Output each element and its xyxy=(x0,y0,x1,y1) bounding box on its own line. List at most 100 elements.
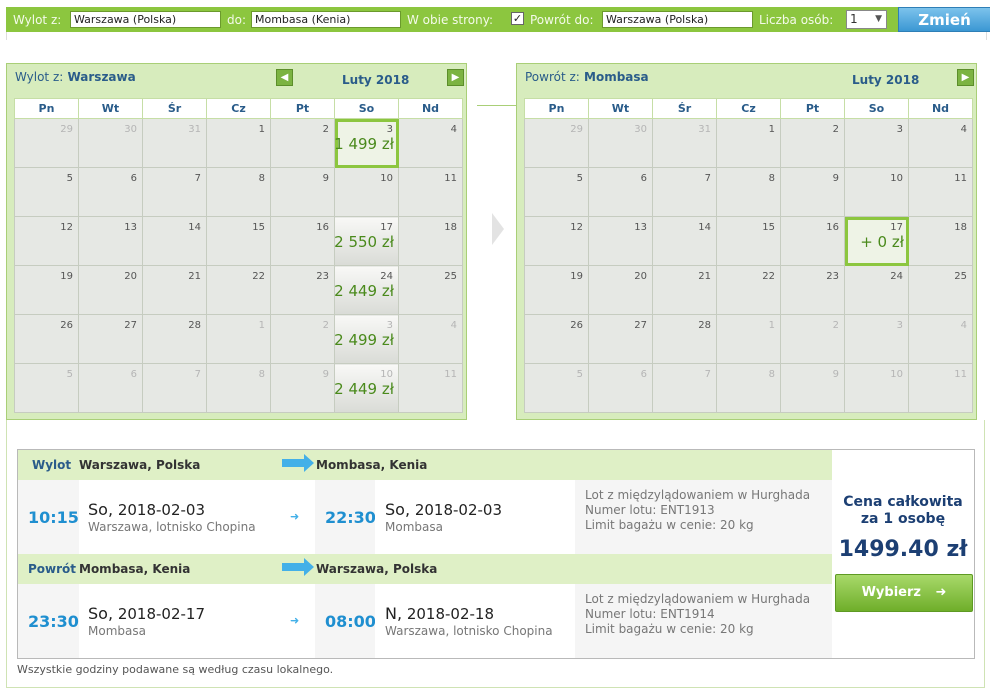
calendar-day: 8 xyxy=(206,363,271,413)
calendar-day: 5 xyxy=(14,167,79,217)
day-number: 3 xyxy=(386,124,393,135)
calendar-day-with-price[interactable]: 24 2 449 zł xyxy=(334,265,399,315)
calendar-day: 23 xyxy=(780,265,845,315)
day-number: 29 xyxy=(570,124,583,135)
day-number: 31 xyxy=(188,124,201,135)
calendar-day: 11 xyxy=(908,167,973,217)
calendar-week-row: 26 27 28 1 2 3 2 499 zł 4 xyxy=(14,314,463,364)
day-number: 25 xyxy=(954,271,967,282)
calendar-day: 20 xyxy=(588,265,653,315)
return-info: Lot z międzylądowaniem w Hurghada Numer … xyxy=(585,592,810,637)
calendar-day: 8 xyxy=(206,167,271,217)
day-number: 24 xyxy=(380,271,393,282)
from-input[interactable]: Warszawa (Polska) xyxy=(70,11,221,28)
roundtrip-checkbox[interactable]: ✓ xyxy=(511,12,524,25)
outbound-to: Mombasa, Kenia xyxy=(316,458,428,472)
day-number: 18 xyxy=(444,222,457,233)
calendar-day: 9 xyxy=(780,363,845,413)
calendar-day: 7 xyxy=(652,363,717,413)
return-from: Mombasa, Kenia xyxy=(79,562,191,576)
calendar-week-row: 5 6 7 8 9 10 11 xyxy=(524,167,973,217)
calendar-week-row: 19 20 21 22 23 24 2 449 zł 25 xyxy=(14,265,463,315)
calendar-day: 5 xyxy=(524,363,589,413)
weekday-label: Śr xyxy=(142,98,207,119)
calendar-week-row: 19 20 21 22 23 24 25 xyxy=(524,265,973,315)
calendar-day: 14 xyxy=(142,216,207,266)
day-number: 25 xyxy=(444,271,457,282)
return-month-label: Luty 2018 xyxy=(852,73,920,87)
outbound-arr-cell: So, 2018-02-03 Mombasa xyxy=(375,480,575,554)
return-baggage: Limit bagażu w cenie: 20 kg xyxy=(585,622,754,636)
calendar-day-with-price[interactable]: 31 499 zł xyxy=(334,118,399,168)
total-price: 1499.40 zł xyxy=(838,537,968,562)
day-number: 28 xyxy=(698,320,711,331)
day-number: 4 xyxy=(450,320,457,331)
prev-month-button[interactable]: ◀ xyxy=(276,69,293,86)
to-label: do: xyxy=(227,13,247,27)
calendar-week-row: 29 30 31 1 2 3 1 499 zł 4 xyxy=(14,118,463,168)
day-price: + 0 zł xyxy=(860,233,904,251)
calendar-day-with-price[interactable]: 17 + 0 zł xyxy=(844,216,909,266)
search-bar: Wylot z: Warszawa (Polska) do: Mombasa (… xyxy=(6,7,990,32)
day-number: 17 xyxy=(890,222,903,233)
next-month-button[interactable]: ▶ xyxy=(957,69,974,86)
return-arr-day: N, xyxy=(385,604,403,623)
day-number: 10 xyxy=(890,369,903,380)
change-button[interactable]: Zmień xyxy=(898,7,990,32)
weekday-label: Cz xyxy=(716,98,781,119)
day-number: 6 xyxy=(130,369,137,380)
return-input[interactable]: Warszawa (Polska) xyxy=(602,11,753,28)
outbound-calendar: Wylot z: Warszawa ◀ Luty 2018 ▶ Pn Wt Śr Cz… xyxy=(6,63,467,420)
day-number: 11 xyxy=(444,173,457,184)
day-number: 1 xyxy=(768,320,775,331)
calendar-day-with-price[interactable]: 10 2 449 zł xyxy=(334,363,399,413)
day-number: 1 xyxy=(258,320,265,331)
outbound-arr-day: So, xyxy=(385,500,411,519)
day-number: 21 xyxy=(698,271,711,282)
calendar-day: 19 xyxy=(524,265,589,315)
weekday-label: Pt xyxy=(780,98,845,119)
weekday-label: So xyxy=(334,98,399,119)
calendar-day: 6 xyxy=(78,363,143,413)
return-label: Powrót do: xyxy=(530,13,594,27)
outbound-from: Warszawa, Polska xyxy=(79,458,201,472)
calendar-day: 2 xyxy=(780,118,845,168)
calendar-day-with-price[interactable]: 17 2 550 zł xyxy=(334,216,399,266)
weekday-label: Śr xyxy=(652,98,717,119)
calendar-week-row: 12 13 14 15 16 17 + 0 zł 18 xyxy=(524,216,973,266)
to-input[interactable]: Mombasa (Kenia) xyxy=(251,11,401,28)
calendar-day: 10 xyxy=(334,167,399,217)
weekday-label: Pt xyxy=(270,98,335,119)
return-dep-day: So, xyxy=(88,604,114,623)
return-arr-place: Warszawa, lotnisko Chopina xyxy=(385,624,553,638)
return-dep-date-value: 2018-02-17 xyxy=(117,605,205,623)
next-month-button[interactable]: ▶ xyxy=(447,69,464,86)
calendar-day: 11 xyxy=(398,363,463,413)
day-price: 2 449 zł xyxy=(334,282,394,300)
day-number: 2 xyxy=(322,320,329,331)
day-number: 13 xyxy=(124,222,137,233)
day-number: 1 xyxy=(258,124,265,135)
calendar-day: 22 xyxy=(206,265,271,315)
return-label: Powrót xyxy=(28,562,77,576)
return-calendar-grid: Pn Wt Śr Cz Pt So Nd 29 30 31 1 2 3 4 5 6 7 8 9 10 11 12 13 14 1… xyxy=(524,98,973,413)
day-number: 7 xyxy=(704,173,711,184)
day-number: 3 xyxy=(896,320,903,331)
day-number: 2 xyxy=(322,124,329,135)
outbound-header: Wylot Warszawa, Polska Mombasa, Kenia xyxy=(18,450,832,480)
weekday-header-row: Pn Wt Śr Cz Pt So Nd xyxy=(14,98,463,119)
day-number: 12 xyxy=(60,222,73,233)
day-number: 18 xyxy=(954,222,967,233)
calendar-day: 4 xyxy=(908,118,973,168)
outbound-dep-cell: So, 2018-02-03 Warszawa, lotnisko Chopin… xyxy=(79,480,315,554)
day-number: 6 xyxy=(640,369,647,380)
calendar-day: 12 xyxy=(14,216,79,266)
passengers-select[interactable]: 1 ▼ xyxy=(846,10,887,29)
day-number: 4 xyxy=(960,124,967,135)
outbound-dep-date-value: 2018-02-03 xyxy=(117,501,205,519)
day-number: 11 xyxy=(954,173,967,184)
calendar-day: 7 xyxy=(142,167,207,217)
choose-button[interactable]: Wybierz ➜ xyxy=(835,574,973,612)
calendar-day-with-price[interactable]: 32 499 zł xyxy=(334,314,399,364)
weekday-header-row: Pn Wt Śr Cz Pt So Nd xyxy=(524,98,973,119)
